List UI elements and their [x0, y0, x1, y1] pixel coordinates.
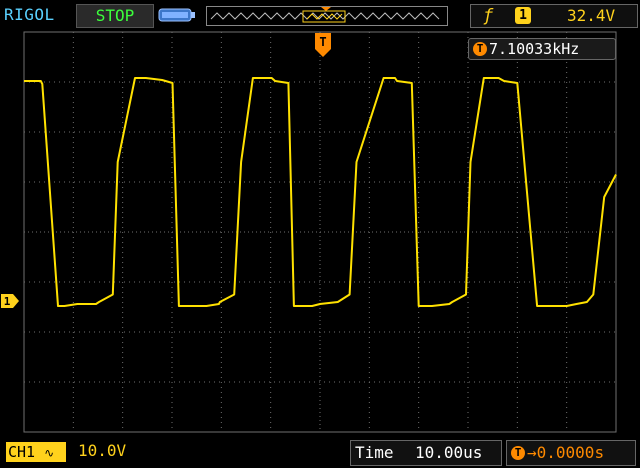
ch1-offset-marker[interactable]: 1 [0, 293, 20, 309]
ac-coupling-icon: ∿ [44, 446, 55, 460]
scope-screen [0, 0, 640, 468]
frequency-value: 7.10033kHz [489, 40, 580, 58]
brand-logo: RIGOL [4, 5, 55, 24]
trigger-offset-text: 0.0000s [536, 443, 605, 462]
trigger-source: 1 [515, 7, 531, 24]
graticule [23, 31, 617, 433]
trigger-panel[interactable]: ƒ 1 32.4V [470, 4, 638, 28]
memory-position-bar[interactable] [206, 6, 448, 26]
trigger-level: 32.4V [567, 6, 616, 25]
trigger-position-marker[interactable]: T [314, 32, 332, 58]
run-stop-indicator[interactable]: STOP [76, 4, 154, 28]
ch1-volts-per-div: 10.0V [78, 441, 127, 460]
ch1-label: CH1 [8, 443, 36, 461]
frequency-readout: T 7.10033kHz [468, 38, 616, 60]
bottom-status-bar: CH1 ∿ 10.0V Time 10.00us T →0.0000s [0, 438, 640, 468]
status-bar: RIGOL STOP ƒ 1 32.4V [0, 0, 640, 30]
trigger-offset-readout[interactable]: T →0.0000s [506, 440, 636, 466]
trigger-offset-value: →0.0000s [527, 443, 605, 462]
timebase-readout[interactable]: Time 10.00us [350, 440, 502, 466]
time-label: Time [355, 443, 394, 462]
waveform-display [23, 31, 617, 433]
trigger-offset-icon: T [511, 446, 525, 460]
time-per-div: 10.00us [415, 443, 483, 462]
ch1-settings[interactable]: CH1 ∿ [6, 442, 66, 462]
rising-edge-icon: ƒ [483, 6, 494, 26]
trigger-marker-label: T [319, 35, 326, 49]
trigger-icon: T [473, 42, 487, 56]
usb-storage-icon [158, 8, 195, 22]
ch1-marker-label: 1 [4, 295, 11, 308]
